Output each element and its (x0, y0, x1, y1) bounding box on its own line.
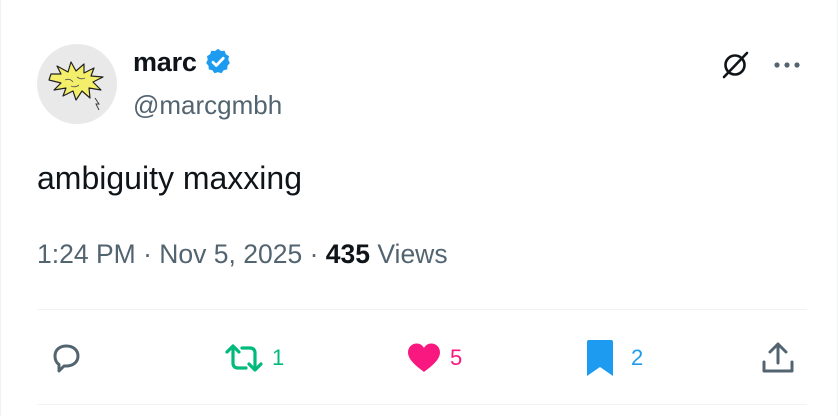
bookmark-count: 2 (631, 345, 644, 370)
share-icon (762, 342, 794, 373)
grok-icon[interactable] (720, 50, 750, 80)
tweet-meta: 1:24 PM · Nov 5, 2025 · 435 Views (37, 236, 448, 272)
avatar[interactable] (37, 44, 117, 124)
retweet-count: 1 (272, 345, 285, 370)
retweet-button[interactable]: 1 (222, 338, 284, 378)
bookmark-button[interactable]: 2 (585, 338, 643, 378)
author-name-row[interactable]: marc (133, 46, 233, 78)
views-label[interactable]: Views (377, 239, 447, 269)
bookmark-icon (587, 340, 613, 376)
tweet-card: marc @marcgmbh ambiguity maxxing 1:24 PM… (0, 0, 838, 416)
divider-bottom (37, 404, 807, 405)
tweet-date[interactable]: Nov 5, 2025 (159, 239, 302, 269)
card-border-left (0, 0, 1, 416)
tweet-time[interactable]: 1:24 PM (37, 239, 136, 269)
like-button[interactable]: 5 (404, 338, 462, 378)
views-count[interactable]: 435 (326, 239, 370, 269)
author-name[interactable]: marc (133, 46, 197, 78)
author-handle[interactable]: @marcgmbh (133, 89, 282, 121)
share-button[interactable] (758, 338, 798, 378)
avatar-burst-icon (48, 61, 104, 111)
divider-top (37, 309, 807, 310)
meta-separator: · (143, 239, 152, 269)
more-icon[interactable] (770, 52, 804, 78)
reply-icon (53, 344, 80, 373)
reply-button[interactable] (46, 338, 92, 378)
tweet-text: ambiguity maxxing (37, 160, 302, 196)
retweet-icon (225, 344, 263, 372)
like-count: 5 (450, 345, 463, 370)
heart-icon (408, 343, 440, 372)
verified-badge-icon[interactable] (203, 47, 233, 77)
meta-separator: · (309, 239, 319, 269)
